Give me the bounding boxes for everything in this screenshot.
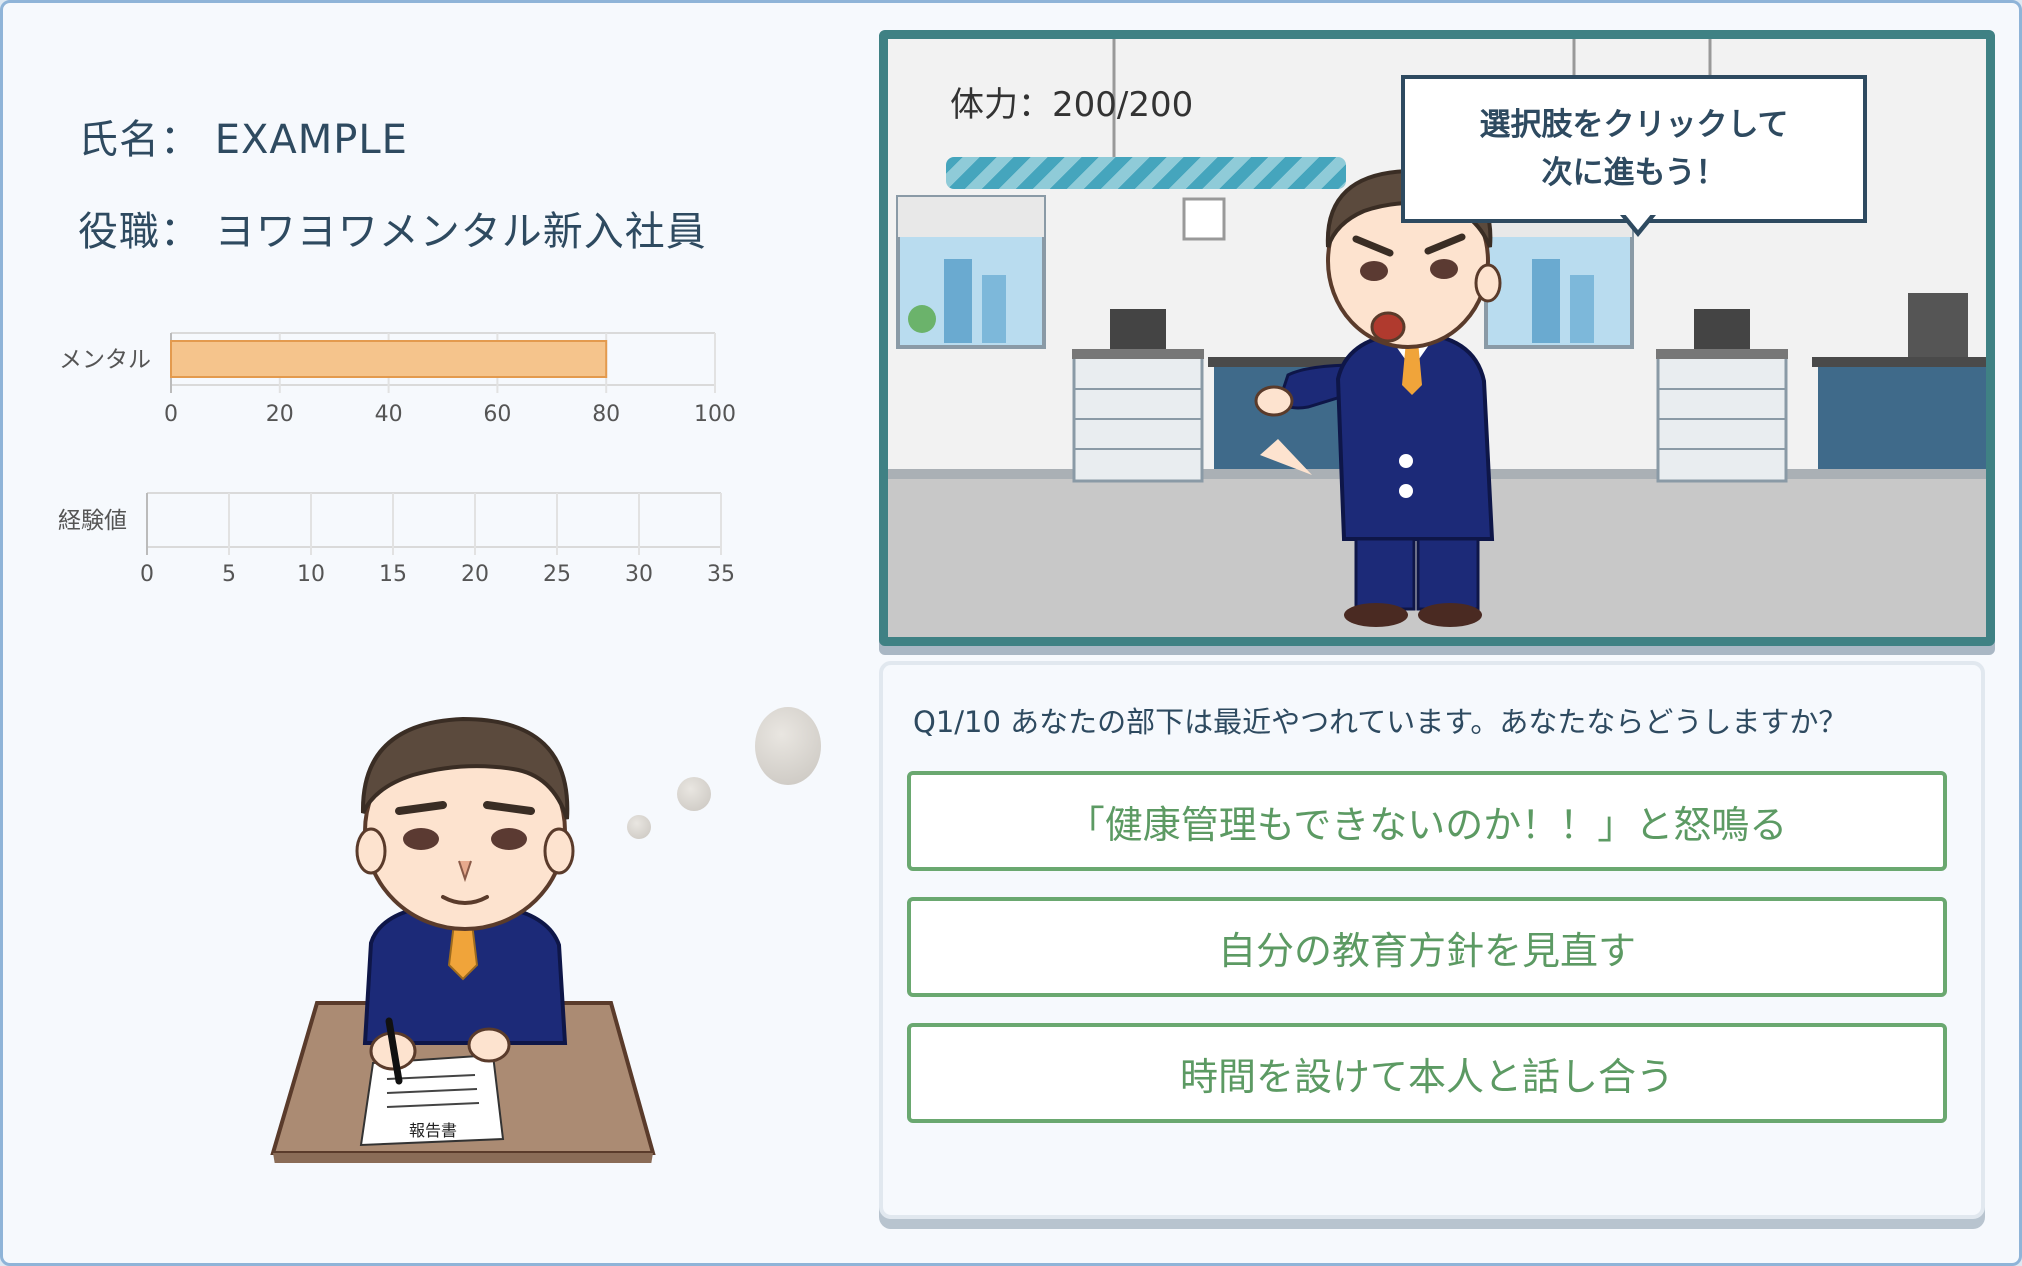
right-hand xyxy=(467,1027,511,1063)
thought-bubble-large xyxy=(755,707,821,785)
desk-right xyxy=(1818,365,1986,469)
tick-label-100: 100 xyxy=(694,402,736,427)
bar-0 xyxy=(170,340,608,378)
question-panel: Q1/10 あなたの部下は最近やつれています。あなたならどうしますか？ 「健康管… xyxy=(879,661,1985,1219)
game-window: 氏名： EXAMPLE 役職： ヨワヨワメンタル新入社員 0 20 40 60 80 10… xyxy=(0,0,2022,1266)
speech-bubble-line-1: 選択肢をクリックして xyxy=(1479,107,1789,143)
scene-panel: 体力：200/200 選択肢をクリックして 次に進もう！ xyxy=(879,30,1995,646)
pointing-hand xyxy=(1254,385,1294,417)
printer-right xyxy=(1694,309,1750,349)
window-left xyxy=(896,195,1046,349)
right-ear xyxy=(543,827,575,875)
tick-label-20: 20 xyxy=(266,402,294,427)
tick-label-25: 25 xyxy=(543,562,571,587)
choice-button-2[interactable]: 自分の教育方針を見直す xyxy=(907,897,1947,997)
left-eye xyxy=(403,828,439,850)
question-text: Q1/10 あなたの部下は最近やつれています。あなたならどうしますか？ xyxy=(913,705,1848,739)
thinking-character-illustration: 報告書 xyxy=(270,716,656,1163)
tick-label-10: 10 xyxy=(297,562,325,587)
experience-chart: 0 5 10 15 20 25 30 35 経験値 xyxy=(58,492,735,587)
tick-label-40: 40 xyxy=(375,402,403,427)
tick-label-5: 5 xyxy=(222,562,236,587)
right-eye xyxy=(491,828,527,850)
mental-chart: 0 20 40 60 80 100 メンタル xyxy=(59,332,736,427)
left-ear xyxy=(355,827,387,875)
tick-label-60: 60 xyxy=(483,402,511,427)
tick-label-0: 0 xyxy=(164,402,178,427)
tick-label-80: 80 xyxy=(592,402,620,427)
choice-button-1[interactable]: 「健康管理もできないのか！！」と怒鳴る xyxy=(907,771,1947,871)
category-label-0: 経験値 xyxy=(58,508,127,534)
speech-bubble-line-2: 次に進もう！ xyxy=(1541,155,1727,191)
tick-label-20: 20 xyxy=(461,562,489,587)
tick-label-15: 15 xyxy=(379,562,407,587)
thought-bubble-small xyxy=(627,815,651,839)
speech-bubble: 選択肢をクリックして 次に進もう！ xyxy=(1401,75,1867,223)
thought-bubble-medium xyxy=(677,777,711,811)
hp-bar xyxy=(946,157,1346,189)
category-label-0: メンタル xyxy=(59,347,151,373)
hp-label: 体力：200/200 xyxy=(950,85,1194,125)
desk-edge xyxy=(273,1153,653,1163)
tick-label-0: 0 xyxy=(140,562,154,587)
monitor xyxy=(1908,293,1968,357)
printer-left xyxy=(1110,309,1166,349)
tick-label-35: 35 xyxy=(707,562,735,587)
choice-button-3[interactable]: 時間を設けて本人と話し合う xyxy=(907,1023,1947,1123)
document-label: 報告書 xyxy=(409,1121,457,1140)
wall-clock xyxy=(1182,197,1226,241)
tick-label-30: 30 xyxy=(625,562,653,587)
stats-charts: 0 20 40 60 80 100 メンタル 0 5 10 15 20 25 30 35 経験値 xyxy=(58,332,736,587)
